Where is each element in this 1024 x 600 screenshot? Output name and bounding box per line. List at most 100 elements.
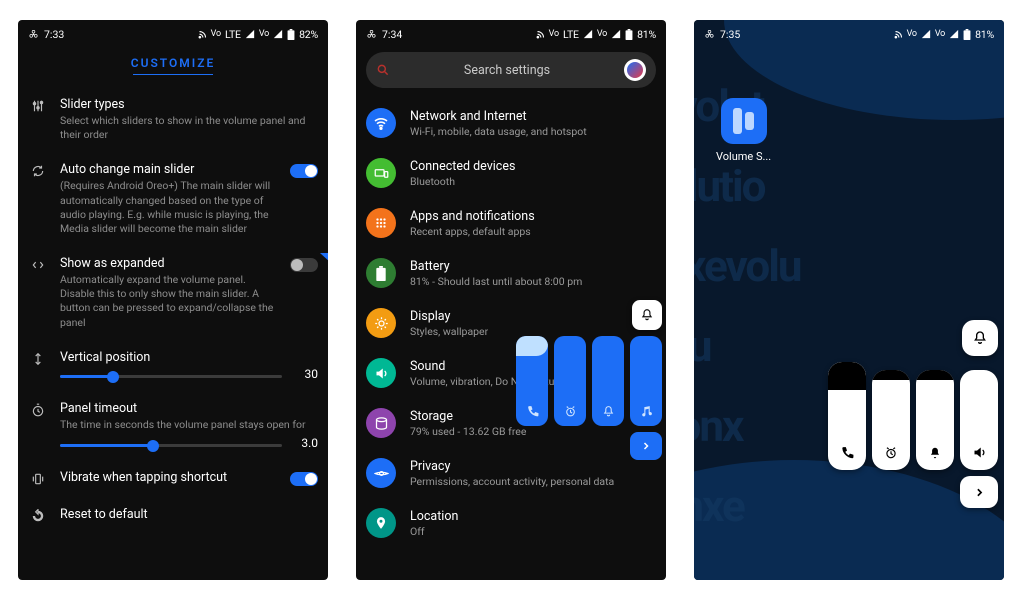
settings-item-apps[interactable]: Apps and notificationsRecent apps, defau…: [366, 198, 656, 248]
toggle-show-expanded[interactable]: [290, 258, 318, 272]
location-icon: [374, 516, 388, 530]
settings-desc: Bluetooth: [410, 175, 515, 188]
settings-item-connected-devices[interactable]: Connected devicesBluetooth: [366, 148, 656, 198]
ring-mode-button[interactable]: [632, 300, 662, 330]
volume-slider-call-light[interactable]: [828, 362, 866, 470]
settings-desc: Recent apps, default apps: [410, 225, 535, 238]
status-battery: 81%: [637, 28, 656, 41]
vertical-icon: [31, 352, 45, 366]
settings-item-battery[interactable]: Battery81% - Should last until about 8:0…: [366, 248, 656, 298]
status-net: LTE: [225, 28, 241, 41]
rss-icon: [536, 30, 545, 39]
slider-value: 3.0: [292, 436, 318, 450]
volume-slider-ring-light[interactable]: [916, 370, 954, 470]
setting-title: Vertical position: [60, 350, 318, 365]
rss-icon: [894, 30, 903, 39]
bell-icon: [602, 405, 615, 418]
volte-icon: Vo: [211, 29, 221, 39]
setting-title: Vibrate when tapping shortcut: [60, 470, 276, 485]
toggle-auto-change[interactable]: [290, 164, 318, 178]
signal2-icon: [949, 29, 959, 39]
avatar[interactable]: [624, 59, 646, 81]
toggle-vibrate[interactable]: [290, 472, 318, 486]
battery-icon: [963, 29, 971, 40]
volume-slider-alarm-light[interactable]: [872, 370, 910, 470]
biohazard-icon: [704, 29, 715, 40]
settings-desc: 81% - Should last until about 8:00 pm: [410, 275, 582, 288]
setting-vibrate-shortcut[interactable]: Vibrate when tapping shortcut: [26, 460, 318, 497]
settings-title: Connected devices: [410, 159, 515, 174]
settings-desc: 79% used - 13.62 GB free: [410, 425, 526, 438]
setting-desc: (Requires Android Oreo+) The main slider…: [60, 179, 276, 236]
privacy-icon: [374, 466, 389, 481]
biohazard-icon: [28, 29, 39, 40]
status-net: LTE: [563, 28, 579, 41]
volte2-icon: Vo: [259, 29, 269, 39]
setting-panel-timeout[interactable]: Panel timeout The time in seconds the vo…: [26, 391, 318, 460]
status-bar: 7:34 Vo LTE Vo 81%: [356, 20, 666, 48]
expand-button-light[interactable]: [960, 476, 998, 508]
customize-list: Slider types Select which sliders to sho…: [18, 79, 328, 534]
settings-desc: Off: [410, 525, 458, 538]
setting-title: Auto change main slider: [60, 162, 276, 177]
slider-panel-timeout[interactable]: [60, 444, 282, 447]
settings-item-network[interactable]: Network and InternetWi-Fi, mobile, data …: [366, 98, 656, 148]
screen-home: xevolut olutio xevolu evolu tionx tionxe…: [694, 20, 1004, 580]
volume-slider-music[interactable]: [630, 336, 662, 426]
status-bar: 7:35 Vo Vo 81%: [694, 20, 1004, 48]
reset-icon: [31, 509, 45, 523]
timer-icon: [31, 403, 45, 417]
screen-customize: 7:33 Vo LTE Vo 82% CUSTOMIZE Slider type…: [18, 20, 328, 580]
status-bar: 7:33 Vo LTE Vo 82%: [18, 20, 328, 48]
premium-badge: [320, 253, 328, 273]
apps-icon: [374, 216, 388, 230]
app-icon-volume-styles[interactable]: Volume S...: [716, 98, 771, 163]
settings-item-location[interactable]: LocationOff: [366, 498, 656, 548]
settings-title: Battery: [410, 259, 582, 274]
alarm-icon: [564, 405, 577, 418]
sliders-icon: [31, 99, 45, 113]
storage-icon: [374, 416, 389, 431]
status-time: 7:35: [720, 28, 740, 41]
setting-title: Show as expanded: [60, 256, 276, 271]
settings-title: Storage: [410, 409, 526, 424]
volume-slider-media-light[interactable]: [960, 370, 998, 470]
expand-icon: [31, 258, 45, 272]
volume-slider-alarm[interactable]: [554, 336, 586, 426]
setting-title: Panel timeout: [60, 401, 318, 416]
call-icon: [526, 405, 539, 418]
search-icon: [376, 63, 390, 77]
call-icon: [840, 446, 854, 460]
volte2-icon: Vo: [597, 29, 607, 39]
search-bar[interactable]: Search settings: [366, 52, 656, 88]
volume-slider-ring[interactable]: [592, 336, 624, 426]
setting-slider-types[interactable]: Slider types Select which sliders to sho…: [26, 87, 318, 152]
bell-icon: [928, 446, 942, 460]
signal2-icon: [273, 29, 283, 39]
settings-title: Location: [410, 509, 458, 524]
volte-icon: Vo: [549, 29, 559, 39]
brightness-icon: [374, 316, 389, 331]
settings-list: Network and InternetWi-Fi, mobile, data …: [356, 96, 666, 548]
status-battery: 81%: [975, 28, 994, 41]
slider-vertical-position[interactable]: [60, 375, 282, 378]
setting-title: Reset to default: [60, 507, 318, 522]
expand-button[interactable]: [630, 432, 662, 460]
settings-title: Display: [410, 309, 488, 324]
volte2-icon: Vo: [935, 29, 945, 39]
setting-show-expanded[interactable]: Show as expanded Automatically expand th…: [26, 246, 318, 340]
volume-slider-call[interactable]: [516, 336, 548, 426]
signal-icon: [245, 29, 255, 39]
sound-icon: [374, 366, 389, 381]
app-label: Volume S...: [716, 150, 771, 163]
settings-title: Apps and notifications: [410, 209, 535, 224]
volume-panel-overlay: [516, 300, 662, 460]
screen-settings: 7:34 Vo LTE Vo 81% Search settings Netwo…: [356, 20, 666, 580]
settings-title: Network and Internet: [410, 109, 587, 124]
setting-vertical-position[interactable]: Vertical position 30: [26, 340, 318, 391]
speaker-icon: [972, 445, 987, 460]
setting-reset-default[interactable]: Reset to default: [26, 497, 318, 534]
volume-panel-overlay-light: [828, 320, 998, 508]
setting-auto-change-slider[interactable]: Auto change main slider (Requires Androi…: [26, 152, 318, 246]
ring-mode-button[interactable]: [962, 320, 998, 356]
